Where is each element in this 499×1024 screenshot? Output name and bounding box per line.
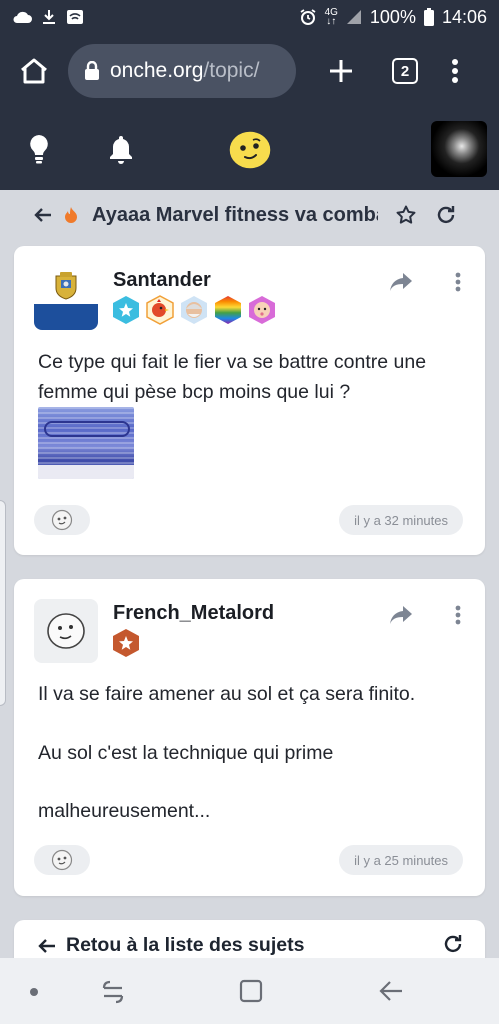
post-card: French_Metalord Il va se faire amener au… [14, 579, 485, 896]
edge-panel-handle[interactable] [0, 500, 6, 706]
url-path: /topic/ [203, 59, 260, 82]
battery-icon [423, 8, 434, 26]
author-username[interactable]: Santander [113, 269, 211, 292]
share-button[interactable] [389, 272, 413, 297]
square-home-icon [239, 979, 263, 1003]
back-arrow-icon [38, 938, 55, 953]
post-card: Santander Ce type qui fait le fier va se… [14, 246, 485, 555]
site-header [0, 108, 499, 190]
star-outline-icon[interactable] [396, 205, 416, 225]
refresh-icon[interactable] [436, 205, 456, 225]
more-vert-icon [452, 59, 458, 83]
star-badge-icon [111, 295, 141, 325]
post-content-line: Il va se faire amener au sol et ça sera … [38, 683, 416, 705]
new-tab-button[interactable] [326, 56, 356, 86]
cloud-icon [13, 11, 32, 23]
home-icon [21, 58, 47, 84]
smiley-logo-icon [228, 130, 272, 170]
smiley-icon [51, 509, 73, 531]
coat-of-arms-icon [55, 272, 77, 300]
smiley-icon [51, 849, 73, 871]
share-arrow-icon [390, 606, 412, 624]
network-type: 4G ↓↑ [324, 7, 338, 27]
url-domain: onche.org [110, 59, 204, 82]
recents-button[interactable] [100, 978, 126, 1009]
back-to-list-label: Retou à la liste des sujets [66, 934, 305, 956]
clock: 14:06 [441, 6, 487, 27]
default-face-icon [47, 613, 85, 649]
sticker-image[interactable] [38, 407, 134, 479]
author-username[interactable]: French_Metalord [113, 602, 274, 625]
badge-list [111, 628, 141, 658]
signal-icon [346, 10, 361, 24]
url-bar[interactable]: onche.org/topic/ [68, 44, 296, 98]
home-button[interactable] [14, 51, 54, 91]
browser-menu-button[interactable] [448, 56, 462, 86]
lightbulb-icon [30, 135, 48, 164]
status-bar: 4G ↓↑ 100% 14:06 [0, 0, 499, 34]
share-button[interactable] [389, 605, 413, 630]
plus-icon [330, 60, 352, 82]
recents-icon [102, 980, 124, 1004]
android-nav-bar [0, 958, 499, 1024]
bell-icon [110, 136, 132, 164]
share-arrow-icon [390, 273, 412, 291]
download-icon [43, 10, 55, 24]
post-timestamp: il y a 32 minutes [339, 505, 463, 535]
bronze-star-badge-icon [111, 628, 141, 658]
nav-dot[interactable] [30, 988, 38, 996]
baby-badge-icon [247, 295, 277, 325]
post-timestamp: il y a 25 minutes [339, 845, 463, 875]
author-avatar[interactable] [34, 599, 98, 663]
more-vert-icon [455, 272, 461, 292]
topic-bar: Ayaaa Marvel fitness va combattre [0, 190, 499, 240]
reaction-button[interactable] [34, 505, 90, 535]
user-avatar[interactable] [431, 121, 487, 177]
wifi-box-icon [67, 10, 83, 24]
topic-title: Ayaaa Marvel fitness va combattre [92, 203, 378, 226]
lightbulb-button[interactable] [28, 134, 50, 169]
reaction-button[interactable] [34, 845, 90, 875]
alarm-icon [300, 9, 316, 25]
more-vert-icon [455, 605, 461, 625]
post-content-line: malheureusement... [38, 800, 211, 822]
home-nav-button[interactable] [238, 978, 264, 1009]
notifications-button[interactable] [108, 134, 134, 169]
battery-percent: 100% [369, 6, 416, 27]
back-nav-button[interactable] [378, 978, 404, 1009]
refresh-icon[interactable] [443, 934, 463, 954]
rooster-badge-icon [145, 295, 175, 325]
post-content: Ce type qui fait le fier va se battre co… [38, 351, 427, 403]
rainbow-badge-icon [213, 295, 243, 325]
back-arrow-icon[interactable] [34, 207, 52, 223]
post-menu-button[interactable] [455, 605, 461, 630]
post-menu-button[interactable] [455, 272, 461, 297]
badge-list [111, 295, 277, 325]
tab-switcher-button[interactable]: 2 [392, 58, 418, 84]
browser-toolbar: onche.org/topic/ 2 [0, 34, 499, 108]
site-logo-button[interactable] [228, 130, 272, 175]
lock-icon [85, 61, 99, 80]
fire-icon [65, 207, 77, 223]
author-avatar[interactable] [34, 266, 98, 330]
post-content-line: Au sol c'est la technique qui prime [38, 742, 334, 764]
back-nav-icon [379, 981, 402, 1001]
back-to-list-link[interactable]: Retou à la liste des sujets [38, 934, 304, 957]
old-man-badge-icon [179, 295, 209, 325]
